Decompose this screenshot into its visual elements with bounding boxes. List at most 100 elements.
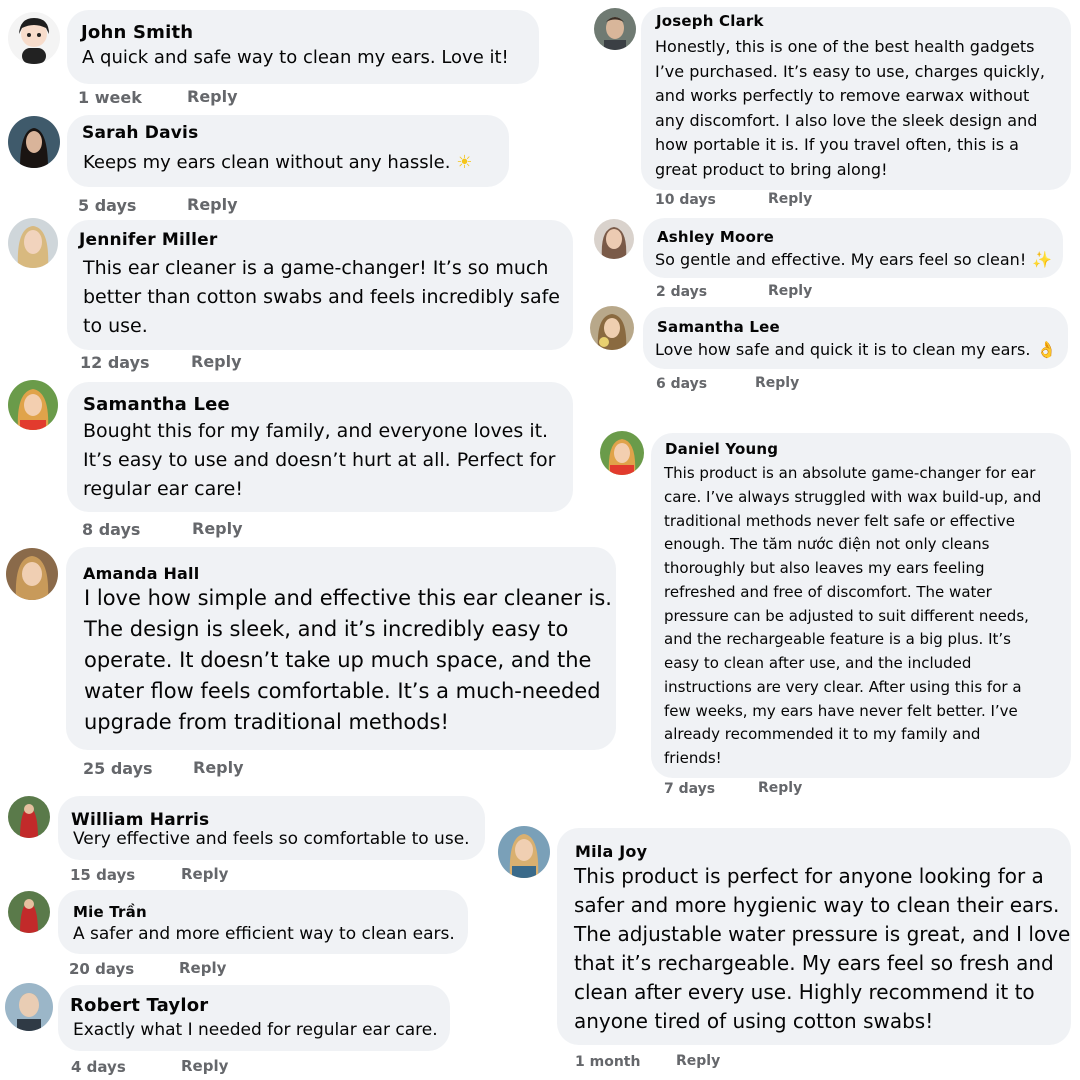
commenter-name[interactable]: Robert Taylor — [70, 995, 208, 1016]
comment-text: how portable it is. If you travel often,… — [655, 135, 1019, 154]
comment-bubble: Mila Joy This product is perfect for any… — [557, 828, 1071, 1045]
commenter-name[interactable]: Daniel Young — [665, 440, 778, 458]
comment-text: regular ear care! — [83, 478, 243, 500]
comment-text: care. I’ve always struggled with wax bui… — [664, 488, 1042, 506]
comment-text: upgrade from traditional methods! — [84, 710, 449, 734]
commenter-name[interactable]: John Smith — [81, 22, 193, 43]
reply-link[interactable]: Reply — [191, 352, 242, 371]
reply-link[interactable]: Reply — [181, 1057, 228, 1075]
commenter-name[interactable]: Sarah Davis — [82, 123, 198, 143]
reply-link[interactable]: Reply — [768, 283, 812, 299]
comment-text: Keeps my ears clean without any hassle. ☀ — [83, 152, 473, 173]
avatar[interactable] — [8, 12, 60, 64]
comment-bubble: Robert Taylor Exactly what I needed for … — [58, 985, 450, 1051]
comment-text: pressure can be adjusted to suit differe… — [664, 607, 1029, 625]
comment-text: that it’s rechargeable. My ears feel so … — [574, 951, 1054, 975]
avatar[interactable] — [590, 306, 634, 350]
reply-link[interactable]: Reply — [181, 865, 228, 883]
comment-text: better than cotton swabs and feels incre… — [83, 286, 560, 308]
avatar[interactable] — [8, 796, 50, 838]
commenter-name[interactable]: Samantha Lee — [83, 394, 230, 415]
comment-text: to use. — [83, 315, 148, 337]
commenter-name[interactable]: Amanda Hall — [83, 564, 199, 583]
comment-timestamp: 5 days — [78, 196, 137, 215]
comment-text: The design is sleek, and it’s incredibly… — [84, 617, 569, 641]
comment-timestamp: 1 month — [575, 1054, 641, 1070]
reply-link[interactable]: Reply — [676, 1053, 720, 1069]
comment-text: clean after every use. Highly recommend … — [574, 980, 1035, 1004]
comment-timestamp: 12 days — [80, 353, 150, 372]
avatar[interactable] — [6, 548, 58, 600]
comment-timestamp: 25 days — [83, 759, 153, 778]
commenter-name[interactable]: William Harris — [71, 810, 209, 830]
comment-bubble: Samantha Lee Love how safe and quick it … — [643, 307, 1068, 369]
comment-timestamp: 10 days — [655, 192, 716, 208]
comment-timestamp: 7 days — [664, 781, 716, 797]
comment-bubble: William Harris Very effective and feels … — [58, 796, 485, 860]
ok-hand-emoji-icon: 👌 — [1036, 340, 1057, 359]
commenter-name[interactable]: Samantha Lee — [657, 318, 780, 336]
comment-text: great product to bring along! — [655, 160, 888, 179]
comment-text: enough. The tăm nước điện not only clean… — [664, 535, 990, 553]
avatar[interactable] — [8, 891, 50, 933]
comment-text: instructions are very clear. After using… — [664, 678, 1022, 696]
comment-text: This product is perfect for anyone looki… — [574, 864, 1044, 888]
reply-link[interactable]: Reply — [179, 959, 226, 977]
avatar[interactable] — [594, 219, 634, 259]
comment-text: This product is an absolute game-changer… — [664, 464, 1036, 482]
commenter-name[interactable]: Mie Trần — [73, 903, 147, 921]
comment-text: Honestly, this is one of the best health… — [655, 37, 1035, 56]
comment-text: A quick and safe way to clean my ears. L… — [82, 47, 509, 68]
comment-text: few weeks, my ears have never felt bette… — [664, 702, 1018, 720]
comment-text: easy to clean after use, and the include… — [664, 654, 972, 672]
comment-text: I’ve purchased. It’s easy to use, charge… — [655, 62, 1045, 81]
comment-bubble: Daniel Young This product is an absolute… — [651, 433, 1071, 778]
avatar[interactable] — [594, 8, 636, 50]
comment-text: and works perfectly to remove earwax wit… — [655, 86, 1030, 105]
comment-text: I love how simple and effective this ear… — [84, 586, 612, 610]
commenter-name[interactable]: Ashley Moore — [657, 228, 774, 246]
comment-text: traditional methods never felt safe or e… — [664, 512, 1015, 530]
commenter-name[interactable]: Jennifer Miller — [79, 230, 217, 250]
reply-link[interactable]: Reply — [192, 519, 243, 538]
comment-bubble: Joseph Clark Honestly, this is one of th… — [641, 7, 1071, 190]
reply-link[interactable]: Reply — [187, 195, 238, 214]
comment-timestamp: 6 days — [656, 376, 708, 392]
commenter-name[interactable]: Joseph Clark — [656, 12, 764, 30]
comment-bubble: Mie Trần A safer and more efficient way … — [58, 890, 468, 954]
comment-bubble: Samantha Lee Bought this for my family, … — [67, 382, 573, 512]
comment-text: any discomfort. I also love the sleek de… — [655, 111, 1038, 130]
comment-text: anyone tired of using cotton swabs! — [574, 1009, 934, 1033]
avatar[interactable] — [8, 218, 58, 268]
avatar[interactable] — [8, 116, 60, 168]
reply-link[interactable]: Reply — [187, 87, 238, 106]
comment-text: operate. It doesn’t take up much space, … — [84, 648, 592, 672]
comment-timestamp: 15 days — [70, 866, 136, 884]
avatar[interactable] — [8, 380, 58, 430]
avatar[interactable] — [600, 431, 644, 475]
sun-emoji-icon: ☀ — [456, 152, 473, 173]
comment-bubble: John Smith A quick and safe way to clean… — [67, 10, 539, 84]
comment-text: and the rechargeable feature is a big pl… — [664, 630, 1011, 648]
comment-text: A safer and more efficient way to clean … — [73, 924, 455, 944]
reply-link[interactable]: Reply — [193, 758, 244, 777]
sparkles-emoji-icon: ✨ — [1032, 250, 1053, 269]
comment-timestamp: 4 days — [71, 1058, 126, 1076]
comment-bubble: Sarah Davis Keeps my ears clean without … — [67, 115, 509, 187]
comment-text: refreshed and free of discomfort. The wa… — [664, 583, 992, 601]
comment-timestamp: 8 days — [82, 520, 141, 539]
comment-text: This ear cleaner is a game-changer! It’s… — [83, 257, 549, 279]
reply-link[interactable]: Reply — [758, 780, 802, 796]
comment-text: already recommended it to my family and — [664, 725, 981, 743]
comment-bubble: Ashley Moore So gentle and effective. My… — [643, 218, 1063, 278]
avatar[interactable] — [5, 983, 53, 1031]
commenter-name[interactable]: Mila Joy — [575, 842, 647, 861]
avatar[interactable] — [498, 826, 550, 878]
comment-text: So gentle and effective. My ears feel so… — [655, 250, 1053, 269]
comment-text: friends! — [664, 749, 722, 767]
comment-text: The adjustable water pressure is great, … — [574, 922, 1071, 946]
reply-link[interactable]: Reply — [755, 375, 799, 391]
reply-link[interactable]: Reply — [768, 191, 812, 207]
comment-timestamp: 20 days — [69, 960, 135, 978]
comment-text: safer and more hygienic way to clean the… — [574, 893, 1060, 917]
